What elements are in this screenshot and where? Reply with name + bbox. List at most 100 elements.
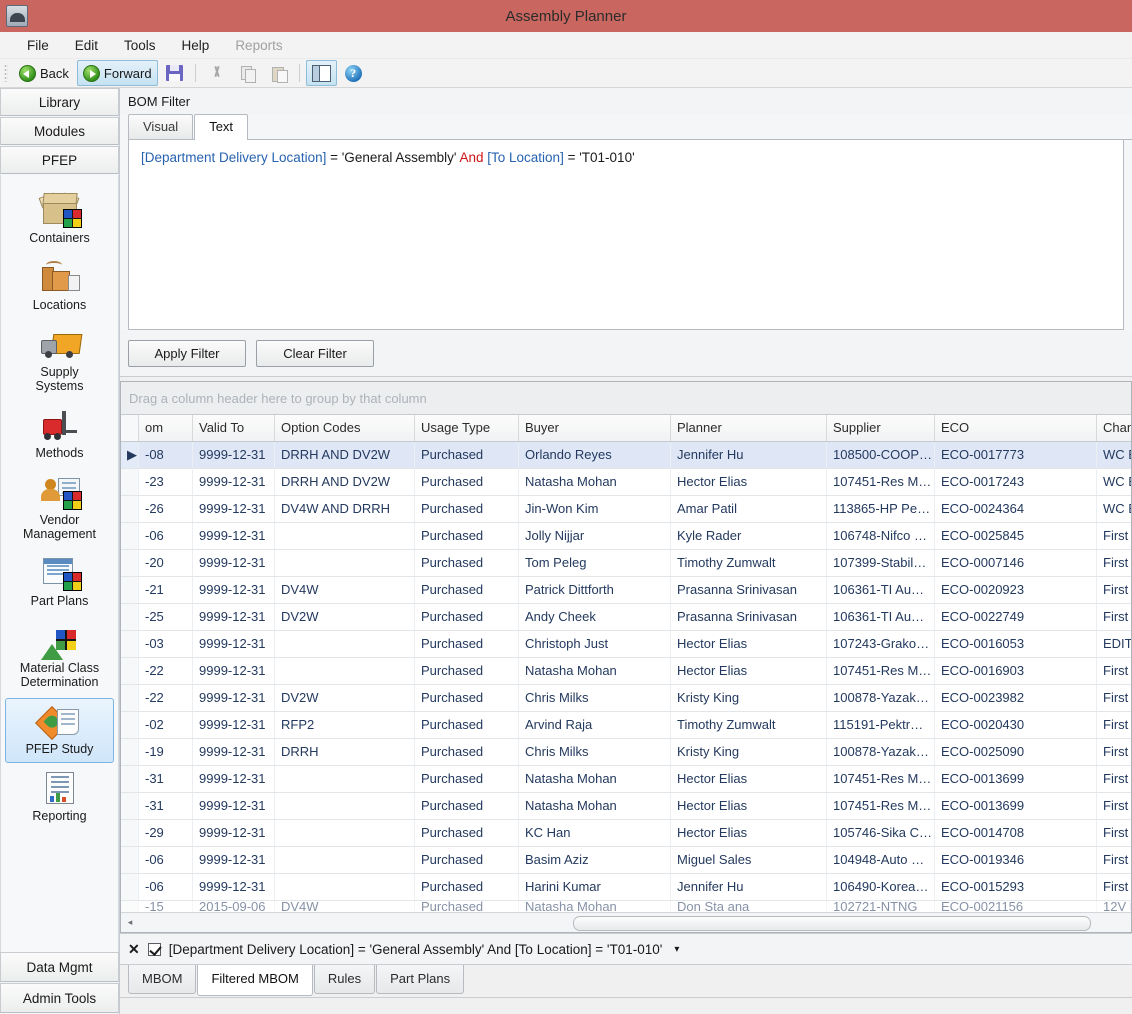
cell-option-codes[interactable]: [275, 847, 415, 873]
cell-planner[interactable]: Amar Patil: [671, 496, 827, 522]
cell-planner[interactable]: Hector Elias: [671, 658, 827, 684]
cell-planner[interactable]: Jennifer Hu: [671, 442, 827, 468]
cell-buyer[interactable]: Orlando Reyes: [519, 442, 671, 468]
table-row[interactable]: -21 9999-12-31 DV4W Purchased Patrick Dittfo…: [121, 577, 1131, 604]
row-indicator[interactable]: [121, 766, 139, 792]
row-indicator[interactable]: [121, 712, 139, 738]
row-indicator[interactable]: [121, 577, 139, 603]
cell-usage-type[interactable]: Purchased: [415, 631, 519, 657]
cell-supplier[interactable]: 107451-Res M…: [827, 658, 935, 684]
filter-expression-editor[interactable]: [Department Delivery Location] = 'Genera…: [128, 140, 1124, 330]
toolbar-grip[interactable]: [4, 64, 8, 82]
cell-supplier[interactable]: 100878-Yazak…: [827, 739, 935, 765]
cell-buyer[interactable]: Natasha Mohan: [519, 658, 671, 684]
active-filter-expression[interactable]: [Department Delivery Location] = 'Genera…: [169, 942, 663, 957]
sidebar-group-data-mgmt[interactable]: Data Mgmt: [0, 952, 119, 982]
cell-bom[interactable]: -03: [139, 631, 193, 657]
close-icon[interactable]: ✕: [128, 941, 140, 958]
cell-usage-type[interactable]: Purchased: [415, 766, 519, 792]
sidebar-item-material-class-determination[interactable]: Material Class Determination: [5, 617, 114, 696]
table-row[interactable]: -19 9999-12-31 DRRH Purchased Chris Milks Kri…: [121, 739, 1131, 766]
column-header-bom[interactable]: om: [139, 415, 193, 441]
cell-option-codes[interactable]: [275, 820, 415, 846]
cell-eco[interactable]: ECO-0021156: [935, 901, 1097, 912]
cell-buyer[interactable]: KC Han: [519, 820, 671, 846]
cell-eco[interactable]: ECO-0024364: [935, 496, 1097, 522]
cell-change[interactable]: First file: [1097, 658, 1131, 684]
cell-valid-to[interactable]: 9999-12-31: [193, 604, 275, 630]
cell-supplier[interactable]: 113865-HP Pe…: [827, 496, 935, 522]
column-header-buyer[interactable]: Buyer: [519, 415, 671, 441]
cell-buyer[interactable]: Natasha Mohan: [519, 469, 671, 495]
menu-item-file[interactable]: File: [14, 35, 62, 56]
tab-rules[interactable]: Rules: [313, 965, 376, 994]
cell-eco[interactable]: ECO-0017773: [935, 442, 1097, 468]
cell-bom[interactable]: -02: [139, 712, 193, 738]
row-indicator[interactable]: [121, 901, 139, 912]
cell-valid-to[interactable]: 9999-12-31: [193, 577, 275, 603]
cut-button[interactable]: [202, 60, 231, 86]
cell-change[interactable]: First file: [1097, 604, 1131, 630]
cell-change[interactable]: First file: [1097, 820, 1131, 846]
copy-button[interactable]: [233, 60, 262, 86]
cell-planner[interactable]: Kyle Rader: [671, 523, 827, 549]
cell-supplier[interactable]: 100878-Yazak…: [827, 685, 935, 711]
scroll-track[interactable]: [137, 916, 1129, 931]
cell-change[interactable]: WC EDIT: [1097, 442, 1131, 468]
cell-supplier[interactable]: 108500-COOP…: [827, 442, 935, 468]
sidebar-item-containers[interactable]: Containers: [5, 187, 114, 252]
cell-buyer[interactable]: Patrick Dittforth: [519, 577, 671, 603]
cell-valid-to[interactable]: 9999-12-31: [193, 685, 275, 711]
cell-change[interactable]: First file: [1097, 847, 1131, 873]
cell-usage-type[interactable]: Purchased: [415, 523, 519, 549]
cell-supplier[interactable]: 107451-Res M…: [827, 766, 935, 792]
cell-valid-to[interactable]: 9999-12-31: [193, 469, 275, 495]
row-indicator[interactable]: [121, 469, 139, 495]
cell-eco[interactable]: ECO-0020923: [935, 577, 1097, 603]
cell-supplier[interactable]: 106361-TI Au…: [827, 604, 935, 630]
cell-supplier[interactable]: 107451-Res M…: [827, 469, 935, 495]
cell-usage-type[interactable]: Purchased: [415, 901, 519, 912]
cell-valid-to[interactable]: 9999-12-31: [193, 442, 275, 468]
cell-buyer[interactable]: Christoph Just: [519, 631, 671, 657]
tab-text[interactable]: Text: [194, 114, 249, 140]
cell-valid-to[interactable]: 9999-12-31: [193, 874, 275, 900]
table-row[interactable]: -22 9999-12-31 Purchased Natasha Mohan Hecto…: [121, 658, 1131, 685]
row-indicator[interactable]: [121, 820, 139, 846]
table-row[interactable]: -29 9999-12-31 Purchased KC Han Hector Elias…: [121, 820, 1131, 847]
row-indicator[interactable]: [121, 847, 139, 873]
filter-enabled-checkbox[interactable]: [147, 942, 161, 956]
cell-bom[interactable]: -29: [139, 820, 193, 846]
cell-eco[interactable]: ECO-0015293: [935, 874, 1097, 900]
column-header-planner[interactable]: Planner: [671, 415, 827, 441]
cell-buyer[interactable]: Chris Milks: [519, 685, 671, 711]
sidebar-item-vendor-management[interactable]: Vendor Management: [5, 469, 114, 548]
cell-planner[interactable]: Hector Elias: [671, 820, 827, 846]
cell-option-codes[interactable]: [275, 766, 415, 792]
cell-buyer[interactable]: Natasha Mohan: [519, 766, 671, 792]
table-row[interactable]: -15 2015-09-06 DV4W Purchased Natasha Mohan D…: [121, 901, 1131, 912]
scroll-thumb[interactable]: [573, 916, 1092, 931]
paste-button[interactable]: [264, 60, 293, 86]
cell-bom[interactable]: -06: [139, 874, 193, 900]
cell-planner[interactable]: Timothy Zumwalt: [671, 550, 827, 576]
cell-change[interactable]: WC EDIT: [1097, 496, 1131, 522]
save-button[interactable]: [160, 60, 189, 86]
apply-filter-button[interactable]: Apply Filter: [128, 340, 246, 367]
sidebar-group-library[interactable]: Library: [0, 88, 119, 116]
cell-option-codes[interactable]: DV2W: [275, 604, 415, 630]
cell-eco[interactable]: ECO-0017243: [935, 469, 1097, 495]
cell-option-codes[interactable]: DRRH AND DV2W: [275, 442, 415, 468]
column-header-eco[interactable]: ECO: [935, 415, 1097, 441]
cell-usage-type[interactable]: Purchased: [415, 496, 519, 522]
sidebar-item-pfep-study[interactable]: PFEP Study: [5, 698, 114, 763]
cell-eco[interactable]: ECO-0007146: [935, 550, 1097, 576]
row-indicator[interactable]: ▶: [121, 442, 139, 468]
table-row[interactable]: -20 9999-12-31 Purchased Tom Peleg Timothy Z…: [121, 550, 1131, 577]
cell-eco[interactable]: ECO-0013699: [935, 766, 1097, 792]
cell-bom[interactable]: -21: [139, 577, 193, 603]
cell-buyer[interactable]: Tom Peleg: [519, 550, 671, 576]
cell-option-codes[interactable]: DV4W: [275, 901, 415, 912]
cell-eco[interactable]: ECO-0019346: [935, 847, 1097, 873]
cell-valid-to[interactable]: 9999-12-31: [193, 523, 275, 549]
